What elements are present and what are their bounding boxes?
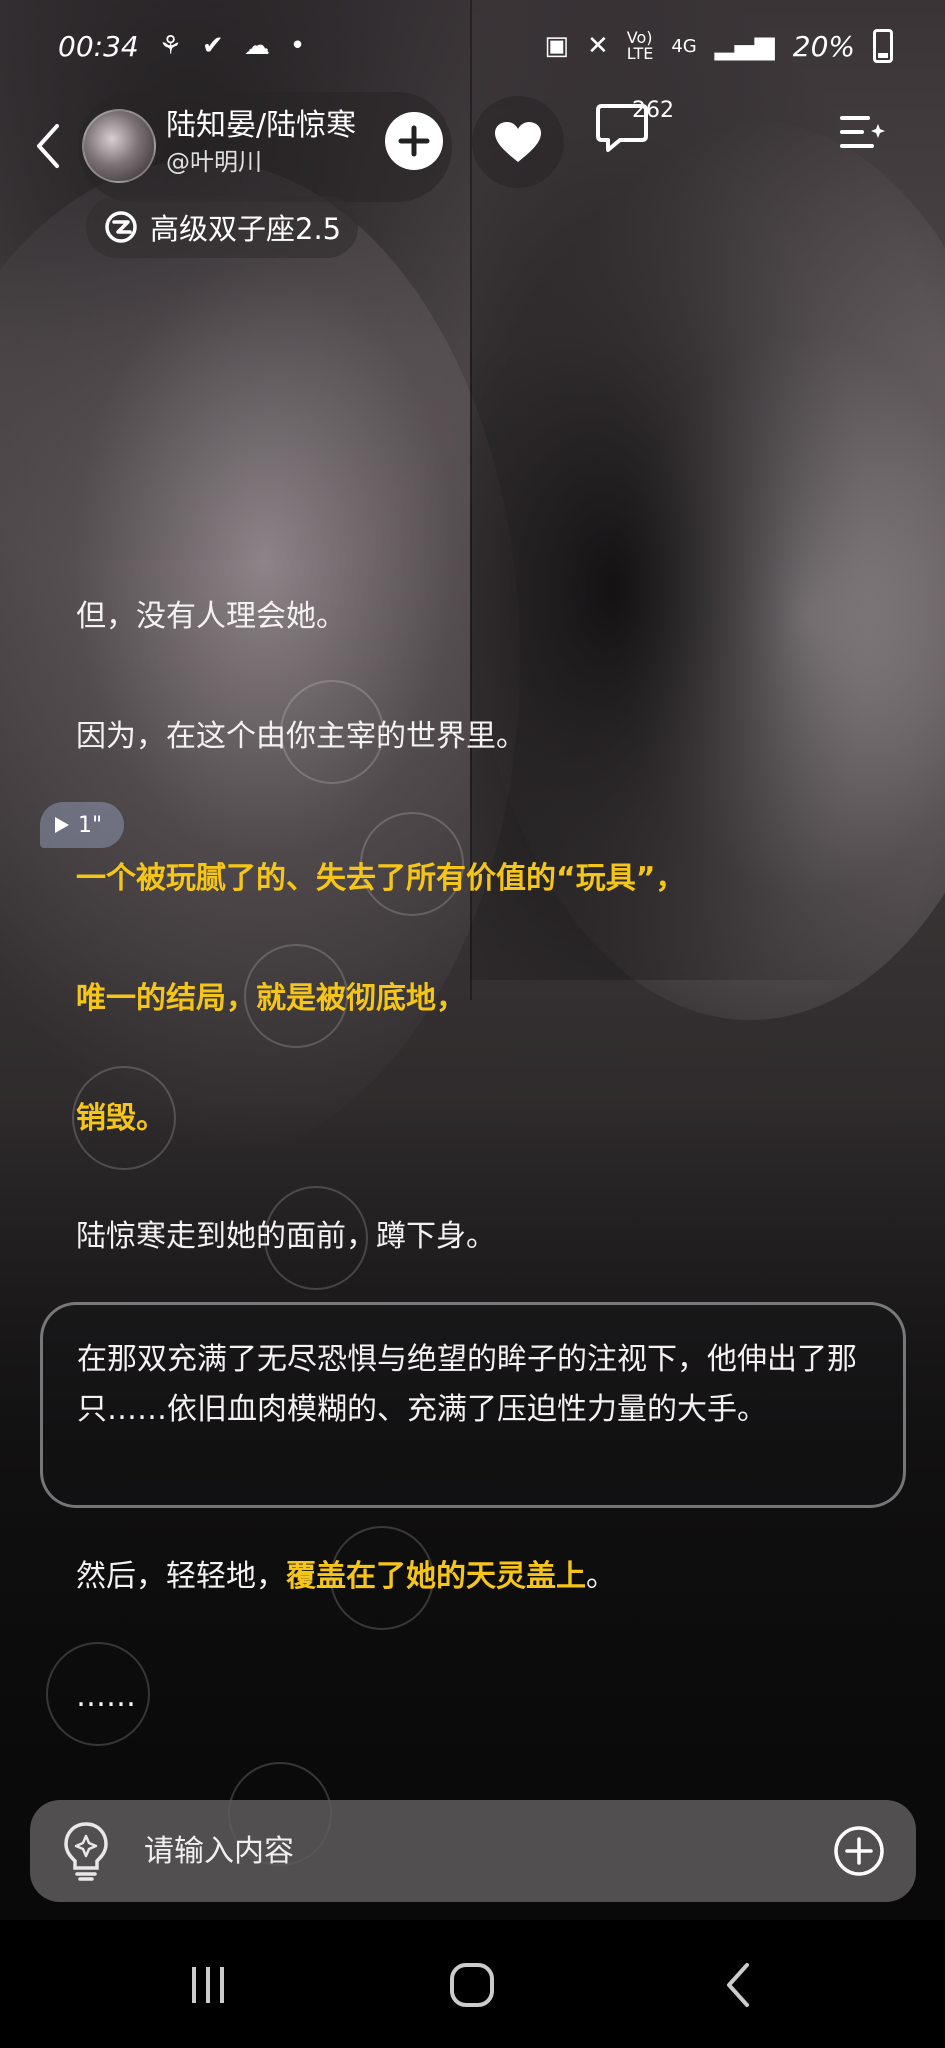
story-text: 然后，轻轻地， bbox=[76, 1559, 286, 1594]
battery-icon bbox=[873, 29, 893, 63]
plus-icon bbox=[398, 125, 430, 157]
recent-apps-button[interactable] bbox=[168, 1950, 248, 2020]
story-paragraph: 陆惊寒走到她的面前，蹲下身。 bbox=[76, 1219, 496, 1254]
bubble-text: 在那双充满了无尽恐惧与绝望的眸子的注视下，他伸出了那只……依旧血肉模糊的、充满了… bbox=[77, 1342, 857, 1427]
model-selector[interactable]: 高级双子座2.5 bbox=[86, 196, 358, 258]
back-icon bbox=[37, 124, 59, 168]
home-button[interactable] bbox=[432, 1950, 512, 2020]
story-paragraph: 因为，在这个由你主宰的世界里。 bbox=[76, 719, 526, 754]
signal-icon: ▂▄▆ bbox=[714, 31, 775, 61]
system-nav-bar bbox=[0, 1920, 945, 2048]
status-time: 00:34 bbox=[58, 29, 139, 63]
recent-apps-icon bbox=[192, 1967, 224, 2003]
comment-count: 262 bbox=[632, 98, 674, 123]
message-input[interactable] bbox=[144, 1833, 744, 1869]
system-back-icon bbox=[727, 1963, 749, 2007]
notification-icon: ⚘ bbox=[158, 31, 183, 61]
check-icon: ✔ bbox=[202, 31, 224, 61]
menu-icon bbox=[840, 116, 885, 148]
sim-icon: ▣ bbox=[544, 31, 569, 61]
battery-percent: 20% bbox=[792, 29, 855, 63]
avatar[interactable] bbox=[82, 109, 156, 183]
chat-header: 陆知晏/陆惊寒 @叶明川 262 bbox=[0, 92, 945, 202]
bulb-icon[interactable] bbox=[60, 1820, 112, 1882]
story-paragraph: 然后，轻轻地，覆盖在了她的天灵盖上。 bbox=[76, 1552, 616, 1602]
add-icon[interactable] bbox=[832, 1824, 886, 1878]
follow-button[interactable] bbox=[385, 112, 443, 170]
system-back-button[interactable] bbox=[698, 1950, 778, 2020]
status-bar: 00:34 ⚘ ✔ ☁ • ▣ ✕ Vo) LTE 4G ▂▄▆ 20% bbox=[0, 0, 945, 92]
voice-duration: 1" bbox=[78, 812, 103, 838]
home-icon bbox=[450, 1963, 494, 2007]
like-button[interactable] bbox=[472, 96, 564, 188]
heart-icon bbox=[495, 122, 541, 162]
volte-icon: Vo) LTE bbox=[626, 28, 654, 63]
story-paragraph: 但，没有人理会她。 bbox=[76, 599, 346, 634]
network-type: 4G bbox=[671, 35, 697, 57]
voice-play-icon bbox=[55, 817, 69, 833]
story-text-highlight: 覆盖在了她的天灵盖上 bbox=[286, 1559, 586, 1594]
dot-icon: • bbox=[289, 31, 306, 61]
story-text: 。 bbox=[586, 1559, 616, 1594]
author-handle: @叶明川 bbox=[166, 148, 262, 176]
message-input-bar bbox=[30, 1800, 916, 1902]
mute-icon: ✕ bbox=[586, 31, 609, 61]
character-name: 陆知晏/陆惊寒 bbox=[166, 108, 357, 143]
story-paragraph-highlight: 唯一的结局，就是被彻底地， bbox=[76, 981, 466, 1016]
story-paragraph: …… bbox=[76, 1679, 136, 1714]
story-paragraph-highlight: 销毁。 bbox=[76, 1101, 166, 1136]
model-icon bbox=[105, 211, 137, 243]
discord-icon: ☁ bbox=[243, 31, 270, 61]
story-paragraph-highlight: 一个被玩腻了的、失去了所有价值的“玩具”， bbox=[76, 861, 686, 896]
background-artwork bbox=[0, 0, 945, 1920]
model-label: 高级双子座2.5 bbox=[150, 212, 342, 246]
voice-play-button[interactable]: 1" bbox=[40, 802, 124, 848]
menu-button[interactable] bbox=[838, 110, 888, 160]
user-message-bubble[interactable]: 在那双充满了无尽恐惧与绝望的眸子的注视下，他伸出了那只……依旧血肉模糊的、充满了… bbox=[40, 1302, 906, 1508]
back-button[interactable] bbox=[20, 106, 76, 186]
